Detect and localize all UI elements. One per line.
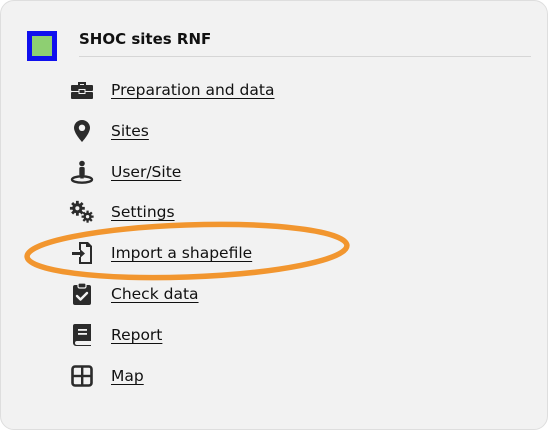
- menu-item-preparation-and-data[interactable]: Preparation and data: [69, 77, 274, 103]
- menu-item-settings[interactable]: Settings: [69, 199, 175, 225]
- menu-item-label: Import a shapefile: [111, 244, 253, 262]
- menu-item-label: Check data: [111, 285, 199, 303]
- project-logo: [27, 31, 57, 61]
- toolbox-icon: [69, 77, 95, 103]
- book-icon: [69, 322, 95, 348]
- menu-item-report[interactable]: Report: [69, 322, 162, 348]
- menu-item-import-shapefile[interactable]: Import a shapefile: [69, 240, 252, 266]
- map-pin-icon: [69, 118, 95, 144]
- menu-item-label: Map: [111, 367, 144, 385]
- clipboard-check-icon: [69, 281, 95, 307]
- project-panel: SHOC sites RNF Preparation and data Site…: [0, 0, 548, 430]
- menu-item-label: Report: [111, 326, 163, 344]
- menu-item-label: Sites: [111, 122, 149, 140]
- menu-item-label: Preparation and data: [111, 81, 275, 99]
- project-title: SHOC sites RNF: [79, 30, 212, 48]
- menu-item-label: User/Site: [111, 163, 182, 181]
- menu-item-label: Settings: [111, 203, 175, 221]
- menu-item-sites[interactable]: Sites: [69, 118, 149, 144]
- grid-icon: [69, 363, 95, 389]
- file-import-icon: [69, 240, 95, 266]
- menu-item-user-site[interactable]: User/Site: [69, 159, 181, 185]
- menu-item-map[interactable]: Map: [69, 363, 144, 389]
- title-divider: [79, 56, 531, 57]
- gears-icon: [69, 199, 95, 225]
- user-location-icon: [69, 159, 95, 185]
- menu-item-check-data[interactable]: Check data: [69, 281, 199, 307]
